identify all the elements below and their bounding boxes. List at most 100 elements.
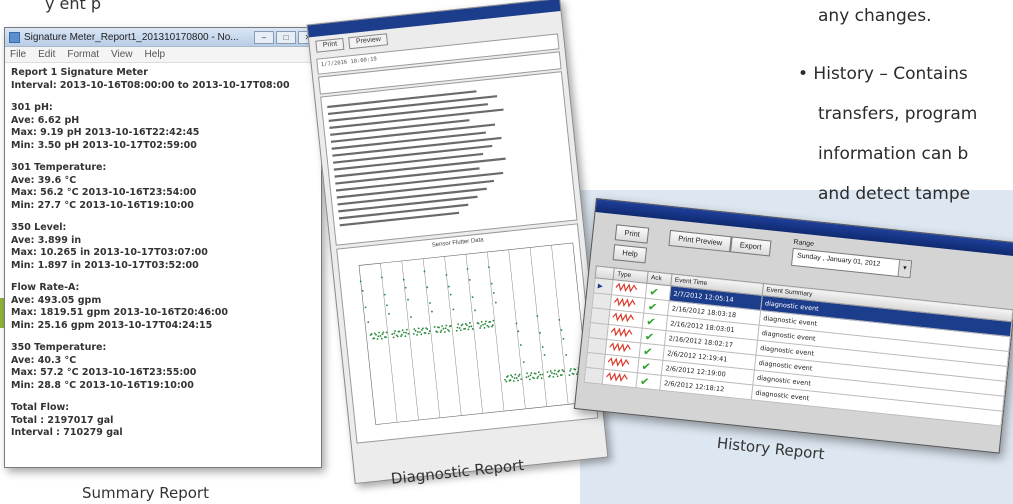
plot-point (471, 296, 474, 299)
plot-point (416, 333, 419, 336)
plot-point (420, 333, 423, 336)
plot-point (442, 327, 445, 330)
history-report-window: Print Print Preview Export Help Range Su… (573, 198, 1013, 454)
plot-point (439, 331, 442, 333)
summary-text-body[interactable]: Report 1 Signature Meter Interval: 2013-… (5, 63, 321, 444)
summary-line: Min: 27.7 °C 2013-10-16T19:10:00 (11, 199, 194, 211)
plot-point (440, 329, 443, 332)
diag-print-button[interactable]: Print (315, 37, 345, 53)
plot-point (416, 330, 419, 333)
notepad-icon (9, 31, 20, 43)
summary-line: Interval : 710279 gal (11, 427, 123, 438)
plot-point (549, 370, 552, 372)
bullet-line-4: and detect tampe (818, 184, 971, 204)
history-print-preview-button[interactable]: Print Preview (668, 229, 732, 253)
plot-point (541, 373, 544, 376)
menu-file[interactable]: File (10, 49, 26, 60)
row-selector[interactable] (584, 367, 604, 385)
plot-point (445, 324, 448, 327)
chevron-down-icon[interactable]: ▼ (897, 260, 912, 278)
plot-point (414, 329, 417, 332)
diag-log-box[interactable] (320, 71, 578, 246)
plot-point (467, 328, 470, 331)
plot-point (433, 326, 436, 328)
plot-point (407, 298, 409, 301)
menu-view[interactable]: View (111, 49, 133, 60)
plot-point (515, 377, 518, 379)
plot-point (562, 337, 565, 340)
plot-point (402, 278, 405, 281)
summary-line: Max: 9.19 pH 2013-10-16T22:42:45 (11, 127, 200, 138)
plot-point (517, 330, 520, 333)
plot-point (468, 279, 471, 281)
plot-point (527, 375, 530, 378)
plot-point (455, 329, 458, 332)
history-help-button[interactable]: Help (612, 244, 648, 264)
plot-point (488, 266, 490, 269)
plot-point (537, 375, 540, 378)
diag-header-line: 1/7/2016 10:00:19 (320, 56, 378, 69)
plot-point (367, 321, 370, 324)
plot-point (492, 292, 495, 294)
plot-point (404, 286, 407, 289)
checkmark-icon: ✔ (645, 314, 657, 329)
plot-point (445, 273, 448, 276)
summary-line: Max: 1819.51 gpm 2013-10-16T20:46:00 (11, 307, 228, 318)
summary-line: Report 1 Signature Meter (11, 67, 148, 78)
summary-line: Max: 10.265 in 2013-10-17T03:07:00 (11, 247, 208, 258)
plot-point (448, 330, 451, 333)
plot-point (469, 322, 471, 324)
diag-log-text-lines (327, 90, 506, 227)
menu-edit[interactable]: Edit (38, 49, 55, 60)
diag-preview-button[interactable]: Preview (348, 33, 389, 50)
plot-point (513, 377, 516, 379)
plot-point (490, 282, 493, 285)
menu-format[interactable]: Format (67, 49, 99, 60)
maximize-button[interactable]: □ (276, 30, 296, 44)
checkmark-icon: ✔ (642, 344, 654, 359)
plot-point (546, 371, 549, 373)
plot-point (417, 327, 420, 330)
plot-point (530, 372, 533, 374)
waveform-icon (612, 312, 635, 323)
plot-divider (551, 245, 569, 405)
bullet-line-1: • History – Contains (798, 64, 968, 84)
summary-line: Min: 25.16 gpm 2013-10-17T04:24:15 (11, 319, 213, 331)
menu-help[interactable]: Help (145, 49, 166, 60)
plot-point (457, 323, 460, 326)
plot-point (541, 346, 544, 348)
plot-point (392, 336, 395, 339)
plot-point (479, 327, 482, 329)
plot-point (536, 315, 539, 317)
history-print-button[interactable]: Print (614, 224, 650, 244)
plot-point (381, 333, 384, 336)
plot-divider (401, 260, 419, 421)
plot-point (528, 378, 531, 381)
plot-point (526, 372, 528, 375)
checkmark-icon: ✔ (644, 329, 655, 344)
plot-point (383, 293, 386, 296)
summary-line: 350 Level: (11, 222, 67, 233)
range-label: Range (793, 238, 815, 249)
plot-point (552, 375, 555, 378)
minimize-button[interactable]: ‒ (254, 30, 274, 44)
plot-point (482, 323, 484, 326)
summary-line: Ave: 39.6 °C (11, 174, 77, 186)
plot-point (570, 368, 572, 370)
plot-point (460, 329, 462, 332)
plot-point (410, 316, 412, 318)
range-date-select[interactable]: Sunday , January 01, 2012 ▼ (790, 247, 913, 279)
plot-divider (422, 258, 441, 418)
plot-point (515, 322, 518, 325)
plot-point (458, 327, 461, 329)
plot-point (407, 332, 410, 335)
plot-point (449, 293, 452, 296)
plot-point (504, 378, 506, 381)
ack-cell[interactable]: ✔ (635, 372, 662, 391)
plot-divider (529, 247, 548, 407)
plot-point (431, 310, 433, 313)
summary-line: Interval: 2013-10-16T08:00:00 to 2013-10… (11, 79, 290, 91)
plot-point (380, 337, 383, 340)
history-export-button[interactable]: Export (730, 236, 772, 257)
top-caption-fragment: y ent p (45, 0, 102, 13)
